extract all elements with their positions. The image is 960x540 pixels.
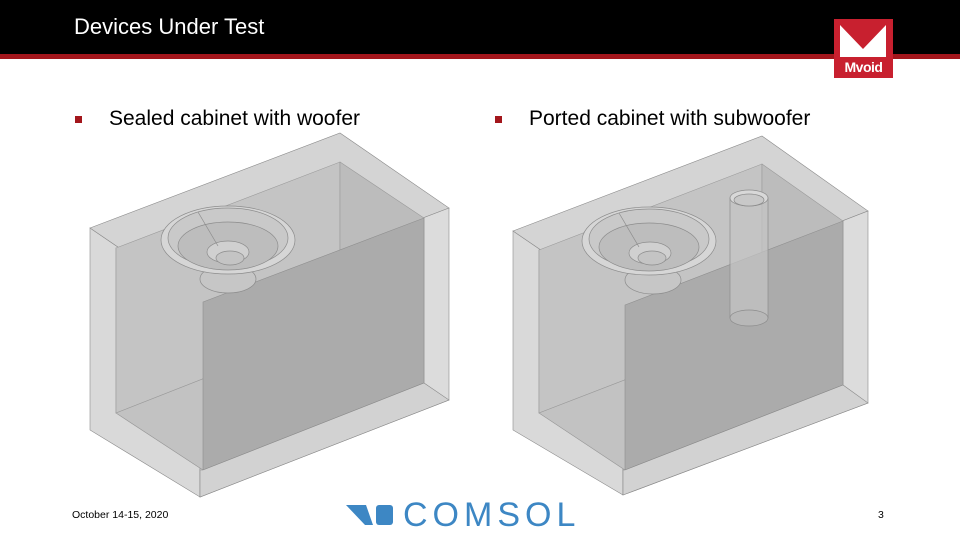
page-number: 3 <box>878 509 884 521</box>
ported-cabinet-box <box>512 135 869 496</box>
comsol-logo: COMSOL <box>346 496 575 534</box>
ported-cabinet-figure <box>512 135 869 496</box>
comsol-logo-text: COMSOL <box>403 496 581 534</box>
comsol-logo-mark-icon <box>346 505 393 525</box>
footer-date: October 14-15, 2020 <box>72 509 169 521</box>
port-tube-icon <box>729 189 769 327</box>
